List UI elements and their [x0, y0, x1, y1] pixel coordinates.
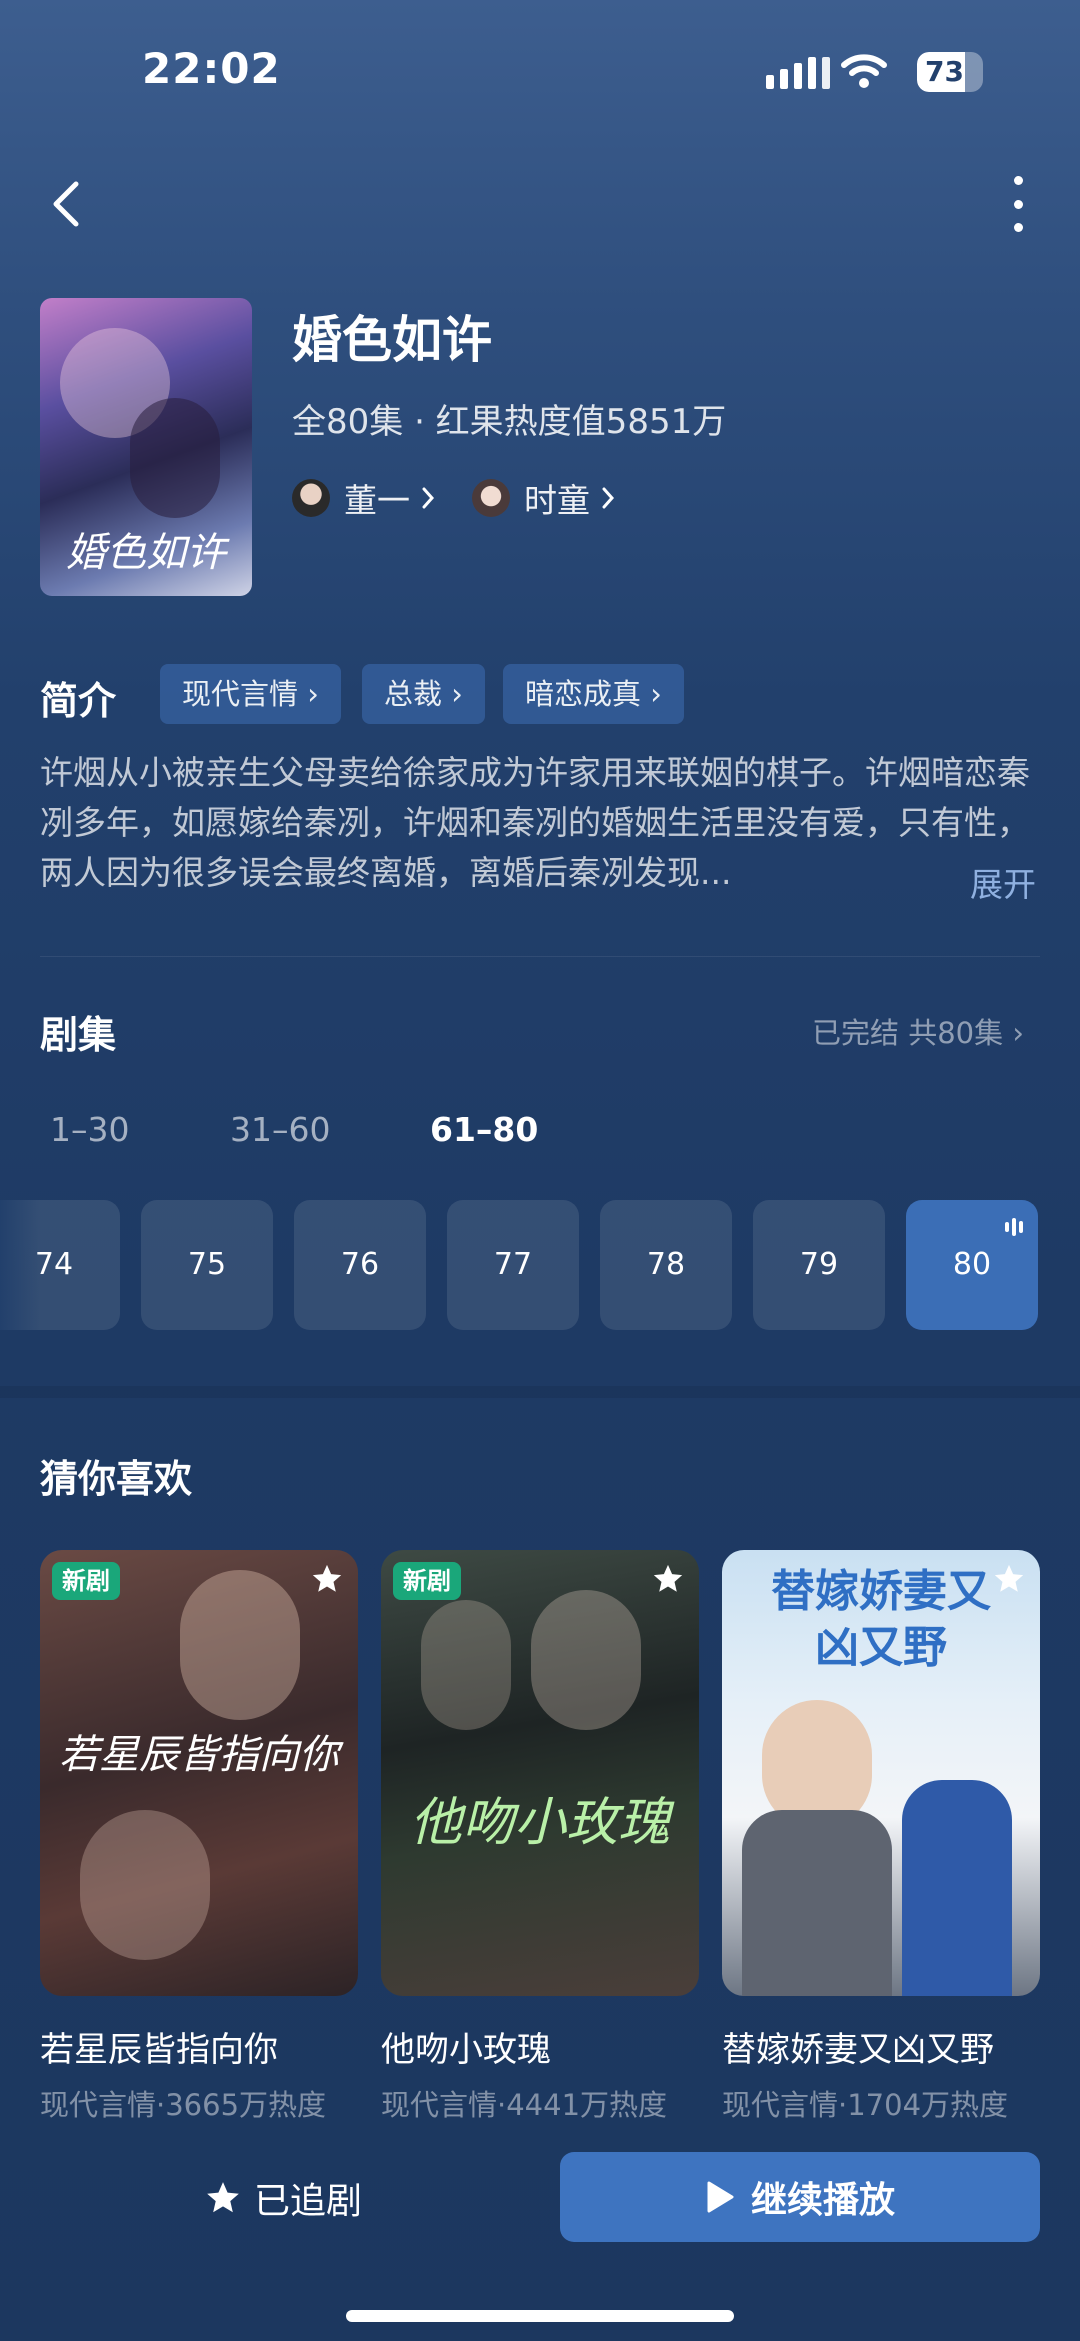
episodes-heading: 剧集 — [40, 1013, 117, 1057]
range-tab-2[interactable]: 31–60 — [230, 1110, 330, 1149]
follow-button[interactable]: 已追剧 — [204, 2172, 362, 2224]
expand-link[interactable]: 展开 — [970, 858, 1036, 906]
recommend-card-1[interactable]: 若星辰皆指向你 新剧 — [40, 1550, 358, 1996]
recommend-sub: 现代言情·3665万热度 — [40, 2088, 327, 2122]
more-options-icon[interactable] — [1006, 176, 1030, 232]
now-playing-icon — [1005, 1218, 1023, 1236]
tag-romance[interactable]: 现代言情 › — [160, 664, 341, 724]
card-title-art: 他吻小玫瑰 — [409, 1793, 670, 1853]
play-label: 继续播放 — [750, 2180, 895, 2221]
actor-name: 时童 — [524, 481, 590, 520]
battery-level: 73 — [925, 55, 964, 88]
card-title-art: 若星辰皆指向你 — [59, 1732, 339, 1778]
status-time: 22:02 — [142, 44, 281, 93]
drama-poster: 婚色如许 — [40, 298, 252, 596]
avatar — [292, 479, 330, 517]
signal-icon — [766, 57, 830, 89]
episode-button[interactable]: 78 — [600, 1200, 732, 1330]
episode-button[interactable]: 75 — [141, 1200, 273, 1330]
follow-label: 已追剧 — [254, 2181, 363, 2222]
episodes-status[interactable]: 已完结 共80集 › — [812, 1010, 1024, 1052]
range-tab-1[interactable]: 1–30 — [50, 1110, 130, 1149]
new-badge: 新剧 — [393, 1562, 461, 1600]
scroll-fade — [0, 1200, 40, 1330]
tag-secret-love[interactable]: 暗恋成真 › — [503, 664, 684, 724]
recommend-sub: 现代言情·4441万热度 — [381, 2088, 668, 2122]
drama-title: 婚色如许 — [292, 311, 492, 369]
star-icon[interactable] — [310, 1562, 344, 1596]
home-indicator[interactable] — [346, 2310, 734, 2322]
avatar — [472, 479, 510, 517]
actor-link-2[interactable]: 时童 — [472, 474, 620, 522]
episode-button[interactable]: 76 — [294, 1200, 426, 1330]
intro-heading: 简介 — [40, 679, 117, 723]
section-divider — [0, 1386, 1080, 1398]
episode-button[interactable]: 79 — [753, 1200, 885, 1330]
back-arrow-icon[interactable] — [46, 176, 90, 232]
recommend-name[interactable]: 替嫁娇妻又凶又野 — [722, 2022, 994, 2071]
actor-link-1[interactable]: 董一 — [292, 474, 440, 522]
intro-text: 许烟从小被亲生父母卖给徐家成为许家用来联姻的棋子。许烟暗恋秦冽多年，如愿嫁给秦冽… — [40, 753, 1030, 892]
star-icon[interactable] — [651, 1562, 685, 1596]
battery-icon: 73 — [917, 52, 983, 92]
play-icon — [707, 2181, 734, 2213]
actor-name: 董一 — [344, 481, 410, 520]
episode-button[interactable]: 77 — [447, 1200, 579, 1330]
divider — [40, 956, 1040, 957]
recommend-card-2[interactable]: 他吻小玫瑰 新剧 — [381, 1550, 699, 1996]
new-badge: 新剧 — [52, 1562, 120, 1600]
chevron-right-icon — [602, 487, 615, 509]
recommend-card-3[interactable]: 替嫁娇妻又凶又野 — [722, 1550, 1040, 1996]
wifi-icon — [841, 54, 887, 88]
poster-title-art: 婚色如许 — [66, 530, 226, 576]
drama-meta: 全80集 · 红果热度值5851万 — [292, 402, 727, 442]
recommend-heading: 猜你喜欢 — [40, 1457, 193, 1501]
recommend-name[interactable]: 他吻小玫瑰 — [381, 2022, 551, 2071]
range-tab-3[interactable]: 61–80 — [430, 1110, 538, 1149]
recommend-sub: 现代言情·1704万热度 — [722, 2088, 1009, 2122]
chevron-right-icon — [422, 487, 435, 509]
recommend-name[interactable]: 若星辰皆指向你 — [40, 2022, 278, 2071]
tag-ceo[interactable]: 总裁 › — [362, 664, 485, 724]
continue-play-button[interactable]: 继续播放 — [560, 2152, 1040, 2242]
star-icon[interactable] — [992, 1562, 1026, 1596]
star-icon — [207, 2182, 239, 2213]
